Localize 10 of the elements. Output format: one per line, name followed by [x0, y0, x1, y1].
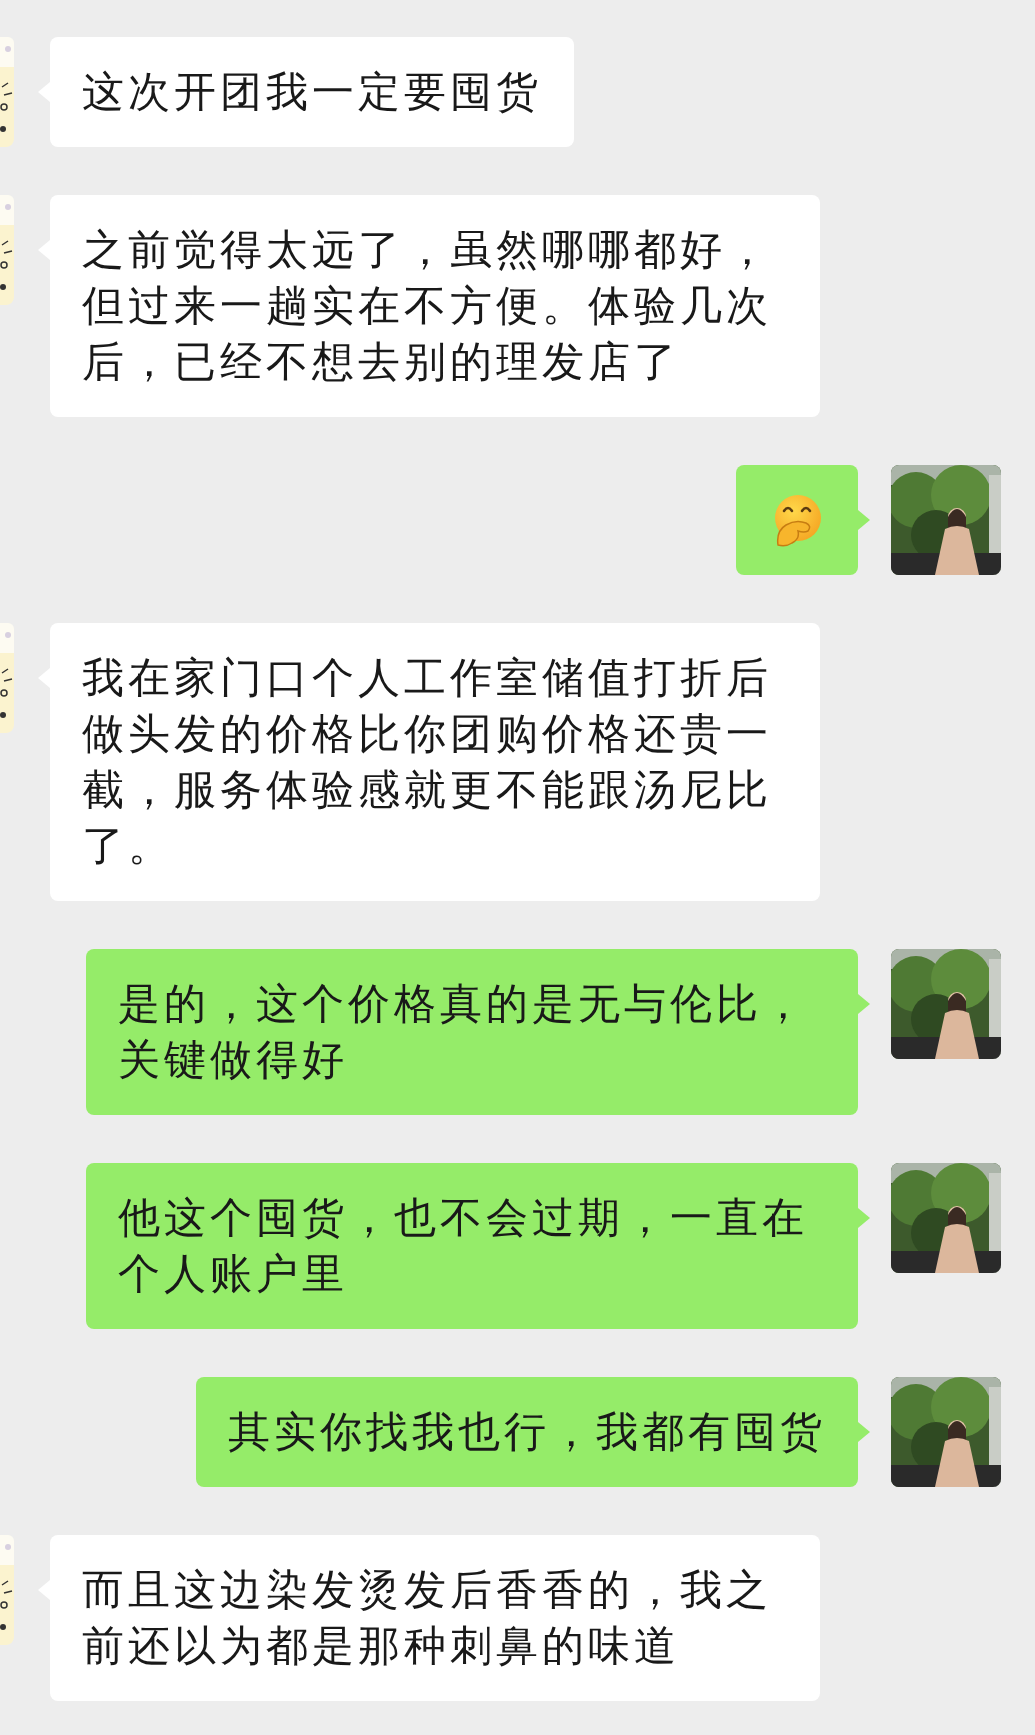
bubble-tail — [858, 1422, 870, 1442]
message-bubble: 是的，这个价格真的是无与伦比，关键做得好 — [86, 949, 858, 1115]
bubble-tail — [858, 994, 870, 1014]
bubble-tail — [858, 1208, 870, 1228]
message-bubble: 其实你找我也行，我都有囤货 — [196, 1377, 858, 1487]
message-bubble: 之前觉得太远了，虽然哪哪都好，但过来一趟实在不方便。体验几次后，已经不想去别的理发店了 — [50, 195, 820, 417]
message-bubble: 我在家门口个人工作室储值打折后做头发的价格比你团购价格还贵一截，服务体验感就更不能跟汤尼比了。 — [50, 623, 820, 901]
message-bubble: 他这个囤货，也不会过期，一直在个人账户里 — [86, 1163, 858, 1329]
message-bubble: 而且这边染发烫发后香香的，我之前还以为都是那种刺鼻的味道 — [50, 1535, 820, 1701]
message-bubble: 这次开团我一定要囤货 — [50, 37, 574, 147]
